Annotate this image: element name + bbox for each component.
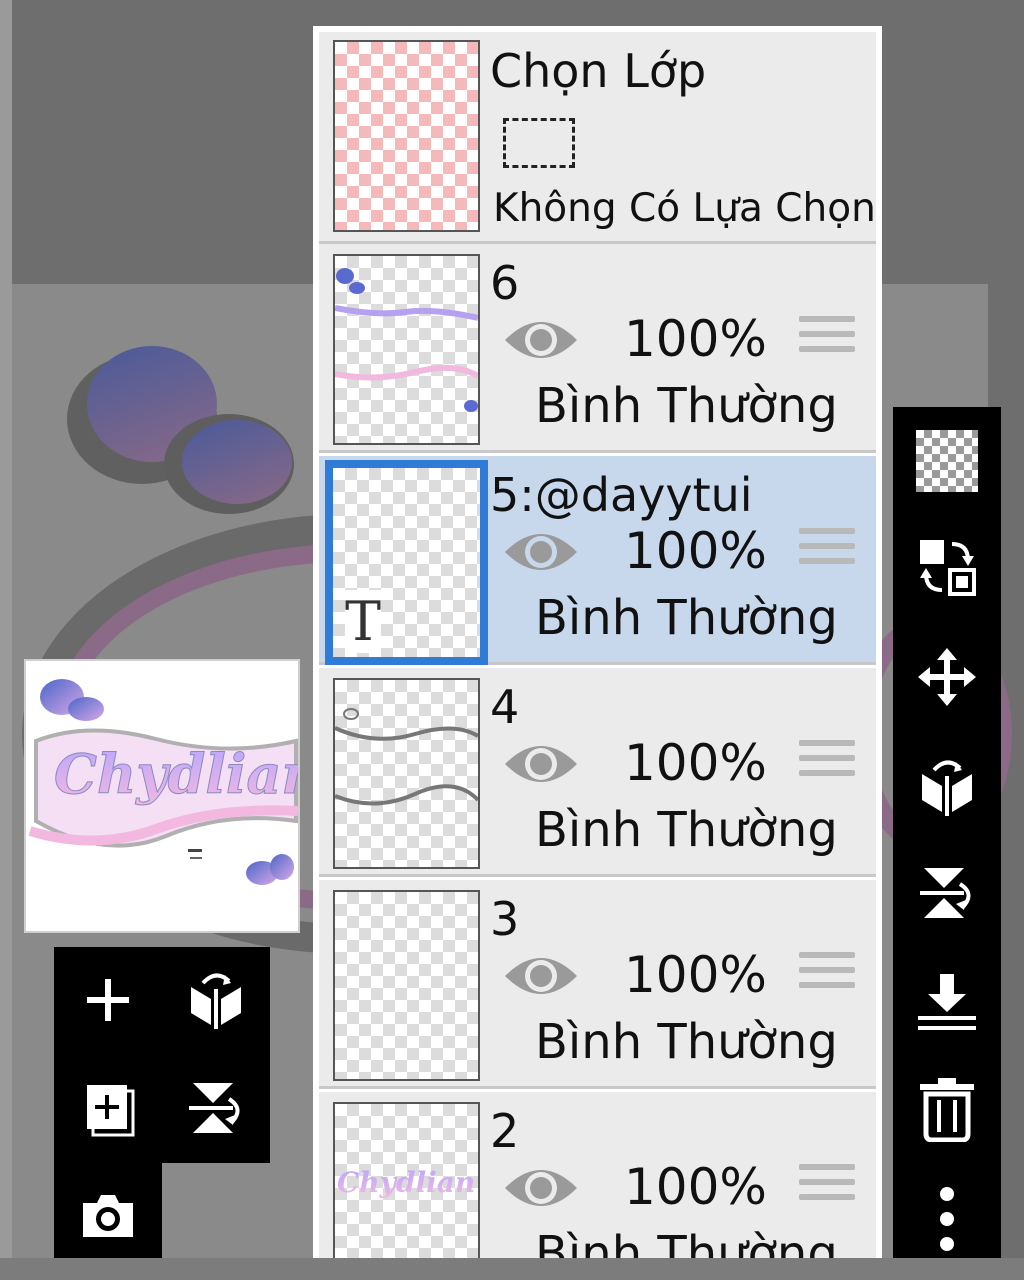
- layer-row-3[interactable]: 3 100% Bình Thường: [319, 880, 876, 1089]
- merge-down-icon[interactable]: [907, 961, 987, 1041]
- canvas-preview[interactable]: Chydlianng: [24, 659, 300, 933]
- visibility-eye-icon[interactable]: [503, 1160, 579, 1216]
- layer-row-6[interactable]: 6 100% Bình Thường: [319, 244, 876, 453]
- svg-text:Chydlian: Chydlian: [337, 1166, 475, 1199]
- duplicate-layer-icon[interactable]: [68, 1068, 148, 1148]
- visibility-eye-icon[interactable]: [503, 736, 579, 792]
- preview-artwork: Chydlianng: [28, 679, 298, 885]
- delete-icon[interactable]: [907, 1069, 987, 1149]
- layer-thumbnail: T: [325, 460, 488, 665]
- selection-status: Không Có Lựa Chọn: [493, 186, 876, 231]
- app-screen: Chydlianng Chọn Lớp Không Có Lựa Chọn: [0, 0, 1024, 1280]
- visibility-eye-icon[interactable]: [503, 312, 579, 368]
- blend-mode[interactable]: Bình Thường: [535, 590, 838, 646]
- layer-thumbnail: [333, 254, 480, 445]
- move-icon[interactable]: [907, 637, 987, 717]
- layer-opacity[interactable]: 100%: [624, 734, 767, 792]
- layer-thumbnail: [333, 890, 480, 1081]
- flip-vertical-icon[interactable]: [176, 1068, 256, 1148]
- drag-handle-icon[interactable]: [799, 1164, 855, 1210]
- layer-name: 2: [490, 1104, 520, 1158]
- drag-handle-icon[interactable]: [799, 740, 855, 786]
- layer-selection-row[interactable]: Chọn Lớp Không Có Lựa Chọn: [319, 32, 876, 244]
- swap-layer-icon[interactable]: [907, 527, 987, 607]
- layer-opacity[interactable]: 100%: [624, 522, 767, 580]
- canvas-border: [0, 0, 12, 1280]
- blend-mode[interactable]: Bình Thường: [535, 378, 838, 434]
- flip-horizontal-icon[interactable]: [176, 960, 256, 1040]
- layer-opacity[interactable]: 100%: [624, 946, 767, 1004]
- transparency-icon[interactable]: [907, 421, 987, 501]
- selection-marquee-icon: [503, 118, 575, 168]
- text-layer-glyph: T: [345, 590, 382, 653]
- blend-mode[interactable]: Bình Thường: [535, 1014, 838, 1070]
- camera-icon[interactable]: [68, 1176, 148, 1256]
- layer-name: 6: [490, 256, 520, 310]
- visibility-eye-icon[interactable]: [503, 524, 579, 580]
- layer-name: 5:@dayytui: [490, 468, 753, 522]
- more-icon[interactable]: [907, 1179, 987, 1259]
- blend-mode[interactable]: Bình Thường: [535, 802, 838, 858]
- selection-thumbnail: [333, 40, 480, 232]
- bottom-bar: [0, 1258, 1024, 1280]
- svg-text:Chydlianng: Chydlianng: [54, 742, 298, 806]
- flip-vertical-icon[interactable]: [907, 853, 987, 933]
- layer-thumbnail: [333, 678, 480, 869]
- layer-thumbnail: Chydlian: [333, 1102, 480, 1266]
- visibility-eye-icon[interactable]: [503, 948, 579, 1004]
- add-layer-icon[interactable]: [68, 960, 148, 1040]
- right-toolbar: [893, 407, 1001, 1273]
- layer-name: 3: [490, 892, 520, 946]
- flip-horizontal-icon[interactable]: [907, 747, 987, 827]
- layer-name: 4: [490, 680, 520, 734]
- layer-row-4[interactable]: 4 100% Bình Thường: [319, 668, 876, 877]
- selection-title: Chọn Lớp: [490, 44, 707, 98]
- layer-panel: Chọn Lớp Không Có Lựa Chọn 6 100% Bình T…: [313, 26, 882, 1266]
- layer-row-5[interactable]: T 5:@dayytui 100% Bình Thường: [319, 456, 876, 665]
- drag-handle-icon[interactable]: [799, 952, 855, 998]
- layer-list[interactable]: Chọn Lớp Không Có Lựa Chọn 6 100% Bình T…: [319, 32, 876, 1266]
- layer-opacity[interactable]: 100%: [624, 1158, 767, 1216]
- canvas-blob-shape: [182, 420, 292, 504]
- layer-opacity[interactable]: 100%: [624, 310, 767, 368]
- layer-row-2[interactable]: Chydlian 2 100% Bình Thường: [319, 1092, 876, 1266]
- drag-handle-icon[interactable]: [799, 316, 855, 362]
- drag-handle-icon[interactable]: [799, 528, 855, 574]
